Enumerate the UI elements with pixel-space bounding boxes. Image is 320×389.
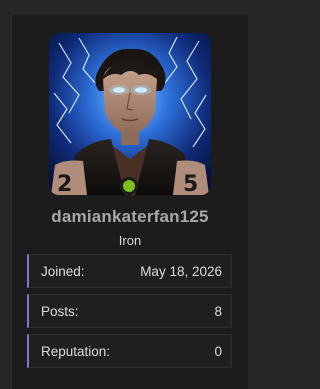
- stat-label: Joined:: [41, 263, 85, 279]
- stat-row-reputation: Reputation: 0: [27, 334, 232, 368]
- username[interactable]: damiankaterfan125: [12, 207, 248, 227]
- avatar-container: 2 5: [49, 33, 211, 195]
- stat-row-joined: Joined: May 18, 2026: [27, 254, 232, 288]
- stat-value: 0: [214, 343, 222, 359]
- online-status-indicator: [120, 177, 138, 195]
- avatar[interactable]: 2 5: [49, 33, 211, 195]
- user-rank: Iron: [118, 233, 142, 248]
- stat-value: 8: [214, 303, 222, 319]
- stat-value: May 18, 2026: [140, 263, 222, 279]
- profile-card: 2 5 damiankaterfan125 Iron Joined: May 1…: [11, 13, 248, 389]
- svg-text:2: 2: [57, 172, 72, 195]
- svg-text:5: 5: [183, 172, 198, 195]
- stat-row-posts: Posts: 8: [27, 294, 232, 328]
- stat-label: Posts:: [41, 303, 79, 319]
- stat-label: Reputation:: [41, 343, 111, 359]
